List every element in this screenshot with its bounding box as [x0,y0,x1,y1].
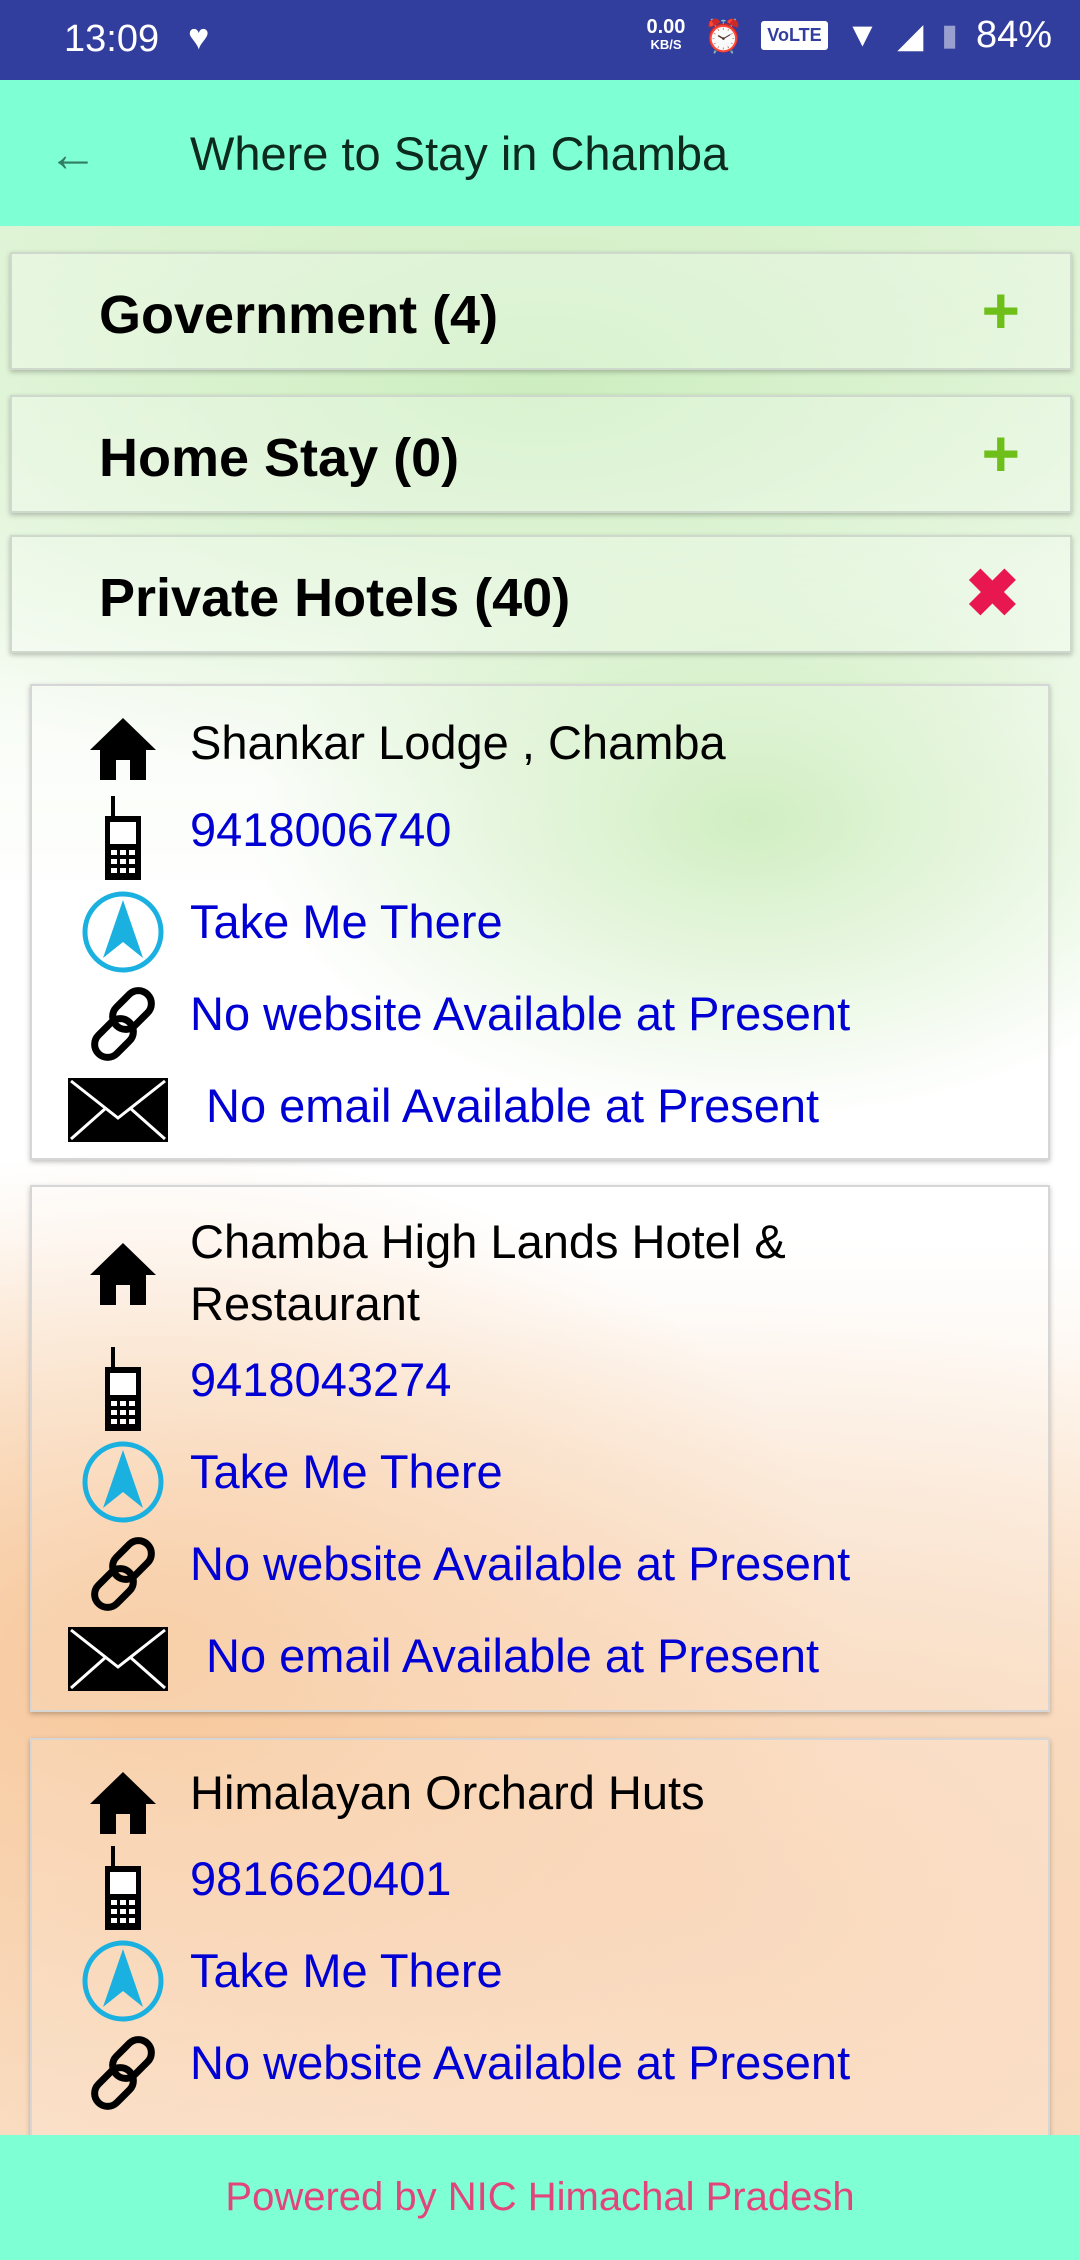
email-link[interactable]: No email Available at Present [206,1075,819,1137]
mobile-phone-icon [78,1846,168,1932]
take-me-there-link[interactable]: Take Me There [190,891,503,953]
page-title: Where to Stay in Chamba [190,127,729,180]
footer: Powered by NIC Himachal Pradesh [0,2135,1080,2260]
section-home-stay[interactable]: Home Stay (0) + [10,395,1072,513]
section-label: Home Stay (0) [99,428,460,488]
section-private-hotels[interactable]: Private Hotels (40) ✖ [10,535,1072,653]
hotel-name-line1: Chamba High Lands Hotel & [190,1215,786,1268]
link-chain-icon [78,1532,168,1616]
phone-link[interactable]: 9418043274 [190,1349,451,1411]
home-icon [78,1770,168,1836]
link-chain-icon [78,982,168,1066]
sim-icon: ▮ [941,19,958,52]
website-link[interactable]: No website Available at Present [190,983,850,1045]
wifi-icon: ▼ [845,16,880,54]
take-me-there-link[interactable]: Take Me There [190,1441,503,1503]
battery-level: 84% [975,14,1052,56]
expand-plus-icon[interactable]: + [981,415,1020,491]
navigation-icon [78,1440,168,1524]
navigation-icon [78,890,168,974]
home-icon [78,716,168,782]
home-icon [78,1241,168,1307]
link-chain-icon [78,2031,168,2115]
collapse-close-icon[interactable]: ✖ [965,555,1020,632]
section-government[interactable]: Government (4) + [10,252,1072,370]
section-label: Private Hotels (40) [99,568,571,628]
hotel-card: Shankar Lodge , Chamba 9418006740 Take M… [30,684,1050,1160]
app-bar: ← Where to Stay in Chamba [0,80,1080,226]
mobile-phone-icon [78,1347,168,1433]
phone-link[interactable]: 9816620401 [190,1848,451,1910]
email-link[interactable]: No email Available at Present [206,1625,819,1687]
website-link[interactable]: No website Available at Present [190,2032,850,2094]
hotel-name-line2: Restaurant [190,1277,420,1330]
back-arrow-icon[interactable]: ← [48,125,98,183]
signal-icon: ◢ [897,16,924,55]
mobile-phone-icon [78,796,168,882]
net-speed: 0.00 KB/S [646,15,686,52]
take-me-there-link[interactable]: Take Me There [190,1940,503,2002]
email-envelope-icon [68,1078,168,1142]
section-label: Government (4) [99,285,499,345]
expand-plus-icon[interactable]: + [981,272,1020,348]
status-time: 13:09 [64,18,160,60]
volte-icon: VoLTE [761,21,828,50]
alarm-icon: ⏰ [703,17,744,54]
footer-credit: Powered by NIC Himachal Pradesh [225,2175,855,2219]
website-link[interactable]: No website Available at Present [190,1533,850,1595]
status-bar: 13:09 ♥ 0.00 KB/S ⏰ VoLTE ▼ ◢ ▮ 84% [0,0,1080,80]
phone-link[interactable]: 9418006740 [190,799,451,861]
hotel-card: Himalayan Orchard Huts 9816620401 Take M… [30,1738,1050,2158]
email-envelope-icon [68,1627,168,1691]
health-icon: ♥ [188,16,210,57]
hotel-card: Chamba High Lands Hotel & Restaurant 941… [30,1185,1050,1712]
hotel-name: Shankar Lodge , Chamba [190,716,726,769]
navigation-icon [78,1939,168,2023]
hotel-name: Himalayan Orchard Huts [190,1766,705,1819]
